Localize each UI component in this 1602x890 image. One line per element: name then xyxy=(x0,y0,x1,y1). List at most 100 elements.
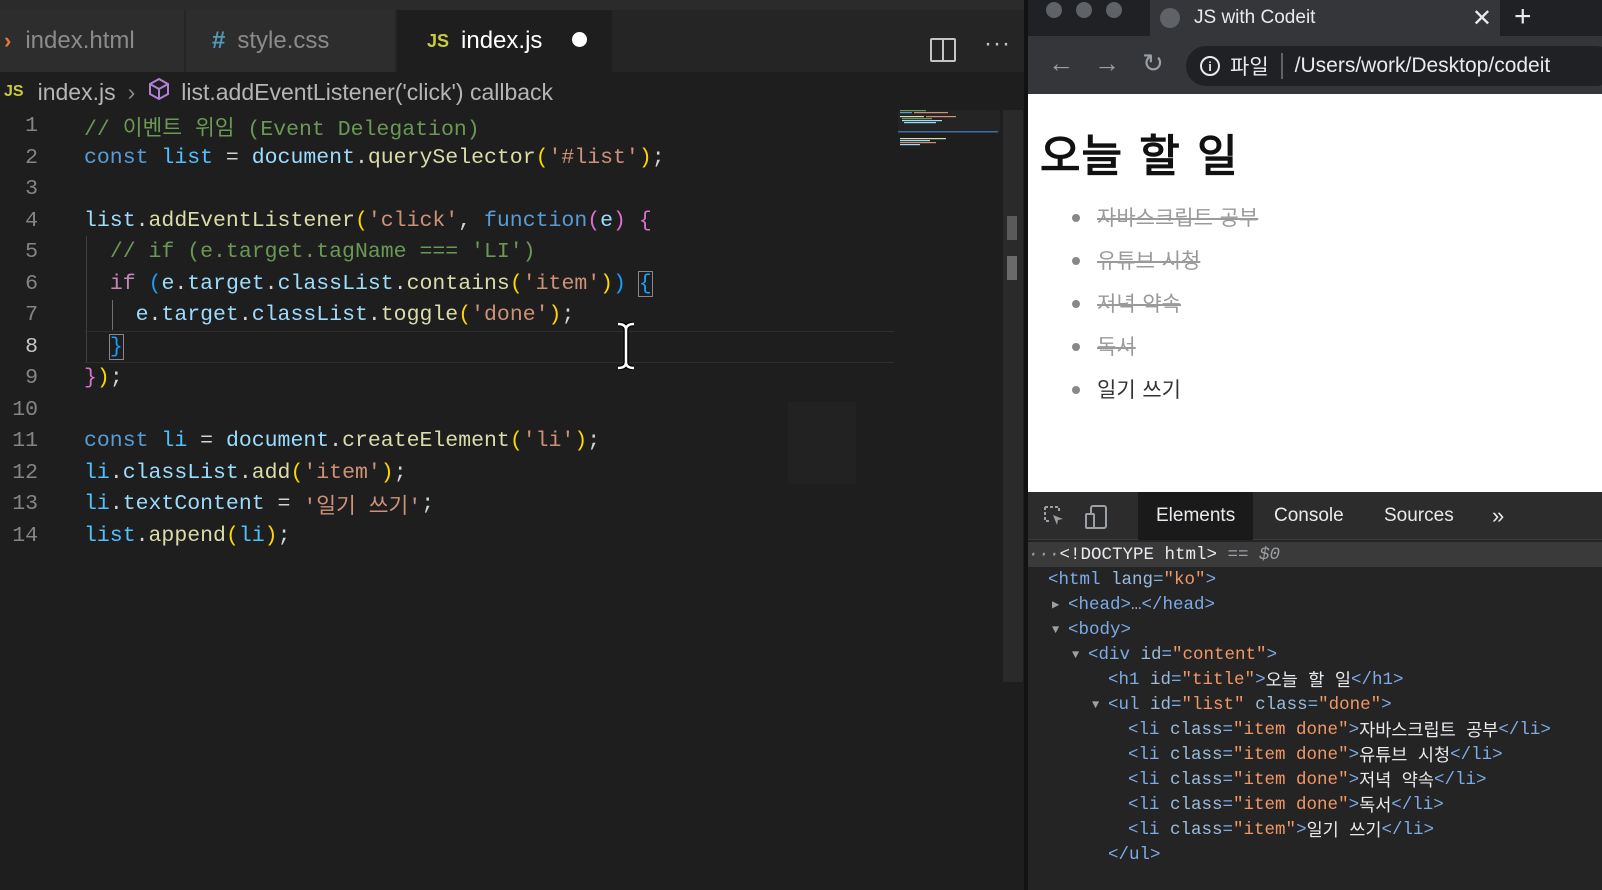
tab-close-icon[interactable]: ✕ xyxy=(1472,4,1492,33)
code-token: target xyxy=(187,271,265,296)
triangle-down-icon[interactable]: ▼ xyxy=(1072,648,1084,662)
window-maximize-icon[interactable] xyxy=(1106,2,1122,18)
todo-item[interactable]: 일기 쓰기 xyxy=(1072,374,1258,417)
split-editor-icon[interactable] xyxy=(930,38,956,62)
breadcrumb-symbol[interactable]: list.addEventListener('click') callback xyxy=(181,79,553,106)
tab-style-css[interactable]: # style.css xyxy=(186,10,396,72)
line-number: 11 xyxy=(12,429,38,453)
tag: </li> xyxy=(1391,794,1444,815)
todo-item[interactable]: 자바스크립트 공부 xyxy=(1072,202,1258,245)
code-line: 2 const list = document. querySelector('#… xyxy=(0,142,910,174)
dom-node[interactable]: <li class = "item done" > 독서 </li> xyxy=(1028,792,1602,818)
line-number: 10 xyxy=(12,397,38,422)
line-number: 12 xyxy=(12,460,38,485)
code-token: classList xyxy=(277,271,394,296)
ellipsis-icon: ··· xyxy=(1028,544,1060,565)
window-minimize-icon[interactable] xyxy=(1076,2,1092,18)
todo-item[interactable]: 저녁 약속 xyxy=(1072,288,1258,331)
line-number: 4 xyxy=(25,208,38,233)
code-token: document xyxy=(251,145,355,170)
forward-icon[interactable]: → xyxy=(1094,48,1120,79)
text-node: 오늘 할 일 xyxy=(1265,672,1351,692)
tag: <head>…</head> xyxy=(1068,594,1216,615)
device-toolbar-icon[interactable] xyxy=(1084,504,1110,536)
dom-node[interactable]: <li class = "item" > 일기 쓰기 </li> xyxy=(1028,817,1602,843)
code-token: e xyxy=(161,271,175,296)
code-token: 'click' xyxy=(367,208,459,233)
dom-node[interactable]: ▼ <body> xyxy=(1028,617,1602,642)
dom-node[interactable]: </ul> xyxy=(1028,842,1602,867)
todo-item[interactable]: 독서 xyxy=(1072,331,1258,374)
attr-value: "title" xyxy=(1181,669,1256,690)
code-line: 12 li. classList. add('item'); xyxy=(0,457,910,489)
tag: <h1 xyxy=(1108,669,1151,690)
code-line: 8 } xyxy=(0,331,910,363)
dom-node[interactable]: ··· <!DOCTYPE html> == $0 xyxy=(1028,542,1602,567)
dom-node[interactable]: <li class = "item done" > 자바스크립트 공부 </li> xyxy=(1028,717,1602,743)
window-close-icon[interactable] xyxy=(1046,2,1062,18)
code-token: li xyxy=(84,460,110,485)
new-tab-icon[interactable]: + xyxy=(1514,0,1532,34)
triangle-right-icon[interactable]: ▶ xyxy=(1052,597,1064,612)
tag: </h1> xyxy=(1350,669,1404,690)
triangle-down-icon[interactable]: ▼ xyxy=(1052,623,1064,637)
code-area[interactable]: 1 // 이벤트 위임 (Event Delegation) 2 const l… xyxy=(0,110,920,890)
line-number: 13 xyxy=(12,492,38,516)
html-file-icon: › xyxy=(4,28,12,53)
address-bar[interactable]: i 파일 /Users/work/Desktop/codeit xyxy=(1186,46,1602,86)
attr-name: id xyxy=(1140,644,1162,665)
editor-tab-bar: › index.html # style.css JS index.js ··· xyxy=(0,10,1026,72)
dom-node[interactable]: <html lang = "ko" > xyxy=(1028,567,1602,592)
devtools-panel: Elements Console Sources » ··· <!DOCTYPE … xyxy=(1028,492,1602,890)
vertical-scrollbar[interactable] xyxy=(1003,110,1023,682)
chevron-right-icon: › xyxy=(127,78,136,105)
tab-elements[interactable]: Elements xyxy=(1138,492,1254,540)
dom-node[interactable]: ▼ <div id = "content" > xyxy=(1028,642,1602,667)
minimap[interactable] xyxy=(898,110,998,170)
tag: <li xyxy=(1128,794,1171,815)
line-number: 9 xyxy=(25,366,38,390)
code-line: 13 li. textContent = '일기 쓰기'; xyxy=(0,488,910,520)
line-number: 14 xyxy=(12,523,38,548)
inspect-element-icon[interactable] xyxy=(1042,504,1066,534)
more-tabs-icon[interactable]: » xyxy=(1474,492,1522,540)
info-icon[interactable]: i xyxy=(1200,56,1220,76)
code-line: 3 xyxy=(0,173,910,205)
dom-node[interactable]: ▶ <head>…</head> xyxy=(1028,592,1602,617)
code-token: e xyxy=(135,303,149,327)
code-line: 5 // if (e.target.tagName === 'LI') xyxy=(0,236,910,268)
breadcrumb: JS index.js › list.addEventListener('cli… xyxy=(0,72,1026,112)
breadcrumb-file[interactable]: index.js xyxy=(38,79,116,106)
line-number: 8 xyxy=(25,334,38,359)
reload-icon[interactable]: ↻ xyxy=(1142,48,1164,79)
code-token: addEventListener xyxy=(148,208,355,233)
todo-item[interactable]: 유튜브 시청 xyxy=(1072,245,1258,288)
dom-node[interactable]: <li class = "item done" > 유튜브 시청 </li> xyxy=(1028,742,1602,768)
triangle-down-icon[interactable]: ▼ xyxy=(1092,698,1104,712)
more-actions-icon[interactable]: ··· xyxy=(984,30,1011,58)
tab-index-html[interactable]: › index.html xyxy=(0,10,185,72)
unsaved-dot-icon[interactable] xyxy=(572,32,587,47)
tab-index-js[interactable]: JS index.js xyxy=(397,10,613,72)
window-title-strip xyxy=(0,0,1026,10)
attr-value: "done" xyxy=(1318,694,1382,715)
scrollbar-thumb[interactable] xyxy=(1007,256,1017,280)
tab-console[interactable]: Console xyxy=(1256,492,1362,540)
back-icon[interactable]: ← xyxy=(1048,48,1074,79)
tab-sources[interactable]: Sources xyxy=(1366,492,1472,540)
tag: </li> xyxy=(1498,719,1551,740)
attr-name: class xyxy=(1170,719,1223,740)
code-token: const xyxy=(84,429,149,453)
dom-node[interactable]: <li class = "item done" > 저녁 약속 </li> xyxy=(1028,767,1602,793)
code-comment: // 이벤트 위임 (Event Delegation) xyxy=(84,117,480,142)
tag: <li xyxy=(1128,769,1171,790)
line-number: 3 xyxy=(25,177,38,201)
dom-node[interactable]: <h1 id = "title" > 오늘 할 일 </h1> xyxy=(1028,667,1602,693)
tag: <li xyxy=(1128,744,1171,765)
dom-node[interactable]: ▼ <ul id = "list" class = "done" > xyxy=(1028,692,1602,717)
code-token: append xyxy=(148,523,226,548)
attr-name: id xyxy=(1150,694,1172,715)
code-token: textContent xyxy=(122,492,265,516)
tag: </li> xyxy=(1434,769,1487,790)
browser-tab[interactable]: JS with Codeit ✕ xyxy=(1150,0,1500,36)
